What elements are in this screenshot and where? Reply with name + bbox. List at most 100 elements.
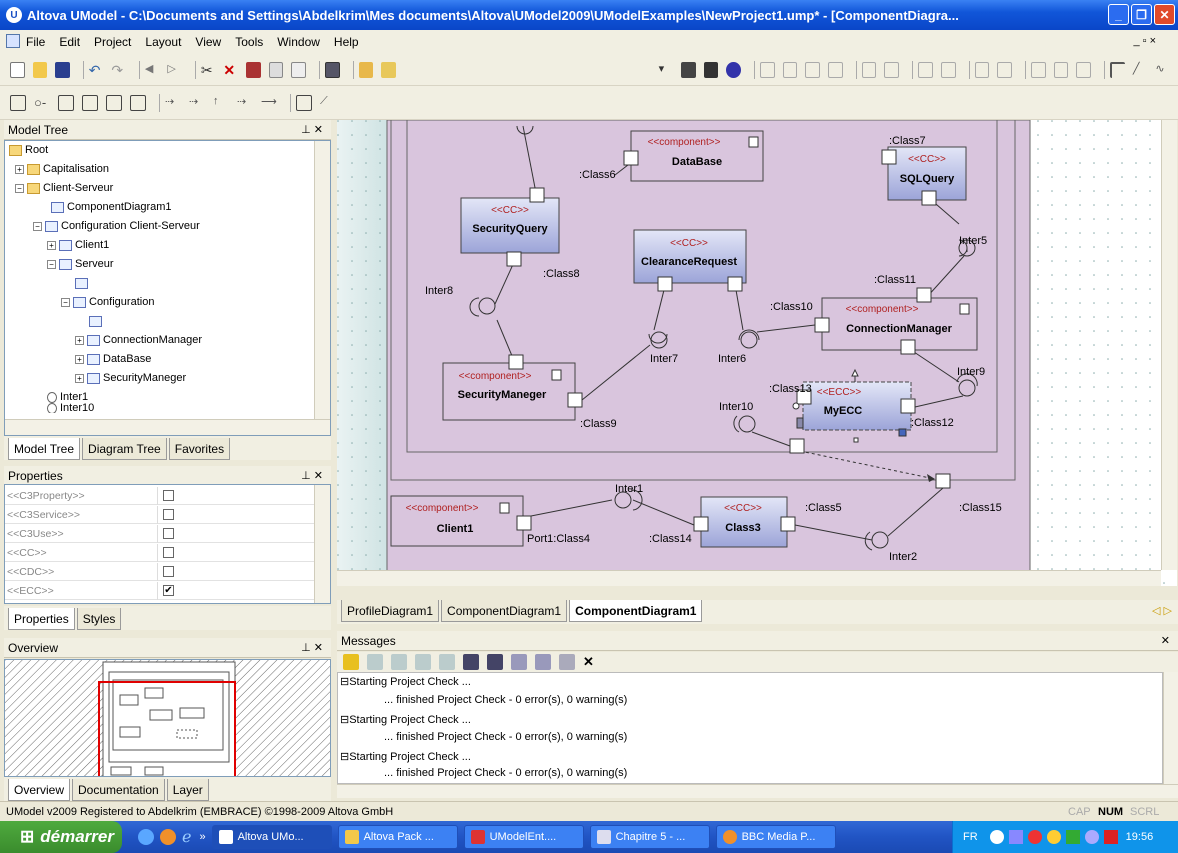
interface-icon[interactable]: ○-: [34, 95, 50, 111]
canvas-vertical-scrollbar[interactable]: [1161, 120, 1177, 570]
realization-icon[interactable]: ⇢: [165, 95, 181, 111]
port[interactable]: [516, 515, 532, 531]
messages-list[interactable]: ⊟Starting Project Check ... ... finished…: [337, 672, 1163, 784]
messages-hscrollbar[interactable]: [337, 784, 1178, 798]
menu-file[interactable]: File: [26, 35, 45, 49]
expand-icon[interactable]: +: [75, 373, 84, 383]
minimize-button[interactable]: _: [1108, 4, 1129, 25]
same-width-icon[interactable]: [918, 61, 933, 78]
task-altova-pack[interactable]: Altova Pack ...: [337, 825, 458, 849]
expand-icon[interactable]: +: [15, 164, 24, 174]
property-checkbox[interactable]: [163, 547, 174, 558]
clear-icon[interactable]: ✕: [583, 654, 599, 670]
port[interactable]: [900, 339, 916, 355]
prev-icon[interactable]: [391, 654, 407, 670]
bottom-icon[interactable]: [487, 654, 503, 670]
prev-error-icon[interactable]: [439, 654, 455, 670]
back-arrow-icon[interactable]: [989, 830, 1004, 844]
expand-icon[interactable]: +: [47, 240, 56, 250]
component-diagram[interactable]: <<component>> DataBase :Class6 <<CC>> SQ…: [337, 120, 1177, 586]
message-line[interactable]: ⊟Starting Project Check ...: [340, 675, 471, 688]
new-icon[interactable]: [10, 61, 25, 78]
start-button[interactable]: ⊞ démarrer: [0, 821, 122, 853]
tree-item-inter10[interactable]: Inter10: [47, 403, 94, 413]
message-line[interactable]: ... finished Project Check - 0 error(s),…: [384, 731, 627, 743]
port[interactable]: [508, 354, 524, 370]
messages-scrollbar[interactable]: [1163, 672, 1178, 784]
port[interactable]: [789, 438, 805, 454]
property-row[interactable]: <<C3Service>>: [5, 506, 315, 524]
tray-icon[interactable]: [1008, 830, 1023, 844]
align-top-icon[interactable]: [828, 61, 843, 78]
document-icon[interactable]: [6, 34, 20, 48]
message-line[interactable]: ... finished Project Check - 0 error(s),…: [384, 767, 627, 779]
firefox-icon[interactable]: [160, 829, 176, 845]
property-row[interactable]: <<ECC>> ✔: [5, 582, 315, 600]
tool-icon[interactable]: [681, 61, 696, 78]
menu-tools[interactable]: Tools: [235, 35, 263, 49]
task-bbc-media[interactable]: BBC Media P...: [715, 825, 836, 849]
class-icon[interactable]: [58, 94, 74, 111]
property-row[interactable]: <<C3Property>>: [5, 487, 315, 505]
tool-icon[interactable]: [703, 61, 719, 78]
property-checkbox[interactable]: [163, 490, 174, 501]
expand-icon[interactable]: +: [75, 354, 84, 364]
tray-icon[interactable]: [1065, 830, 1080, 844]
tab-model-tree[interactable]: Model Tree: [8, 438, 81, 460]
tree-item-port[interactable]: [89, 312, 105, 330]
port[interactable]: [916, 287, 932, 303]
properties-scrollbar[interactable]: [314, 485, 330, 603]
port[interactable]: [921, 190, 937, 206]
dependency-icon[interactable]: ⇢: [189, 95, 205, 111]
property-row[interactable]: <<CDC>>: [5, 563, 315, 581]
collapse-icon[interactable]: −: [61, 297, 70, 307]
copy-all-icon[interactable]: [535, 654, 551, 670]
port[interactable]: [567, 392, 583, 408]
print-icon[interactable]: [324, 61, 340, 78]
redo-icon[interactable]: ↷: [111, 62, 126, 78]
menu-window[interactable]: Window: [277, 35, 320, 49]
note-icon[interactable]: [296, 94, 312, 111]
resize-handle[interactable]: [853, 437, 859, 443]
filter-icon[interactable]: [343, 654, 359, 670]
tree-item-connectionmanager[interactable]: + ConnectionManager: [75, 331, 202, 349]
task-umodelent[interactable]: UModelEnt....: [463, 825, 584, 849]
message-line[interactable]: ⊟Starting Project Check ...: [340, 750, 471, 763]
tab-componentdiagram1-active[interactable]: ComponentDiagram1: [569, 600, 703, 622]
pin-close-icon[interactable]: ⊥ ✕: [301, 641, 323, 654]
tab-favorites[interactable]: Favorites: [168, 438, 231, 460]
cut-icon[interactable]: ✂: [201, 62, 216, 78]
replace-icon[interactable]: [381, 61, 396, 78]
menu-edit[interactable]: Edit: [59, 35, 80, 49]
tab-profilediagram1[interactable]: ProfileDiagram1: [341, 600, 440, 622]
port[interactable]: [529, 187, 545, 203]
menu-view[interactable]: View: [195, 35, 221, 49]
tree-item-client1[interactable]: + Client1: [47, 236, 109, 254]
tree-horizontal-scrollbar[interactable]: [5, 419, 330, 435]
tab-overview[interactable]: Overview: [8, 779, 71, 801]
tree-item-root[interactable]: Root: [9, 141, 48, 159]
globe-icon[interactable]: [726, 61, 741, 78]
connector-icon[interactable]: ⟶: [261, 95, 277, 111]
tray-icon[interactable]: [1046, 830, 1061, 844]
tab-documentation[interactable]: Documentation: [72, 779, 165, 801]
tree-item-configuration[interactable]: − Configuration: [61, 293, 154, 311]
collapse-icon[interactable]: −: [33, 221, 42, 231]
message-line[interactable]: ... finished Project Check - 0 error(s),…: [384, 694, 627, 706]
property-checkbox[interactable]: [163, 509, 174, 520]
close-icon[interactable]: ✕: [1161, 634, 1170, 647]
distribute-icon[interactable]: [884, 61, 900, 78]
align-center-icon[interactable]: [782, 61, 798, 78]
port[interactable]: [881, 149, 897, 165]
property-checkbox[interactable]: [163, 528, 174, 539]
line-style-icon[interactable]: [997, 61, 1013, 78]
port[interactable]: [935, 473, 951, 489]
delete-icon[interactable]: ✕: [223, 62, 238, 78]
tree-vertical-scrollbar[interactable]: [314, 141, 330, 419]
tray-icon[interactable]: [1027, 830, 1042, 844]
window-title-bar[interactable]: U Altova UModel - C:\Documents and Setti…: [0, 0, 1178, 30]
usage-icon[interactable]: ↑: [213, 95, 229, 111]
language-indicator[interactable]: FR: [963, 831, 978, 843]
zoom-icon[interactable]: [1076, 61, 1092, 78]
tray-icon[interactable]: [1084, 830, 1099, 844]
